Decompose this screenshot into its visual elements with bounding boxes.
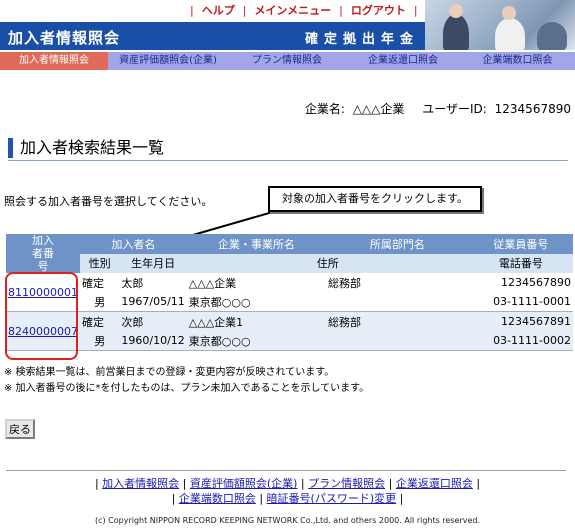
back-button[interactable]: 戻る xyxy=(5,419,35,439)
employee-no-cell: 1234567890 xyxy=(468,273,573,292)
col-company: 企業・事業所名 xyxy=(186,234,326,254)
note-text: ※ 検索結果一覧は、前営業日までの登録・変更内容が反映されています。 xyxy=(4,367,335,378)
address-cell: 東京都○○○ xyxy=(186,292,469,312)
department-cell: 総務部 xyxy=(325,311,469,331)
company-cell: △△△企業1 xyxy=(186,311,326,331)
note-text: ※ 加入者番号の後に*を付したものは、プラン未加入であることを示しています。 xyxy=(4,383,370,394)
highlight-frame xyxy=(5,272,78,360)
col-birthdate: 生年月日 xyxy=(119,253,187,273)
col-department: 所属部門名 xyxy=(325,234,469,254)
footer-divider xyxy=(6,470,566,471)
company-cell: △△△企業 xyxy=(186,273,326,292)
footer-link-company-return[interactable]: 企業返還口照会 xyxy=(396,477,473,490)
table-row: 男 1967/05/11 東京都○○○ 03-1111-0001 xyxy=(6,292,573,312)
col-member-number: 加入者番号 xyxy=(6,234,80,273)
col-phone: 電話番号 xyxy=(468,253,573,273)
address-cell: 東京都○○○ xyxy=(186,331,469,351)
table-row: 8240000007 確定 次郎 △△△企業1 総務部 1234567891 xyxy=(6,311,573,351)
results-table: 加入者番号 加入者名 企業・事業所名 所属部門名 従業員番号 性別 生年月日 住… xyxy=(6,234,573,351)
footer-link-member-inquiry[interactable]: 加入者情報照会 xyxy=(102,477,179,490)
footer-links-line: | 加入者情報照会 | 資産評価額照会(企業) | プラン情報照会 | 企業返還… xyxy=(94,477,481,490)
birthdate-cell: 1967/05/11 xyxy=(119,292,187,312)
name-cell: 太郎 xyxy=(119,273,187,292)
copyright-text: (c) Copyright NIPPON RECORD KEEPING NETW… xyxy=(94,516,481,525)
name-cell: 次郎 xyxy=(119,311,187,331)
gender-cell: 男 xyxy=(80,292,120,312)
col-gender: 性別 xyxy=(80,253,120,273)
table-row: 男 1960/10/12 東京都○○○ 03-1111-0002 xyxy=(6,331,573,351)
header-row: 性別 生年月日 住所 電話番号 xyxy=(6,253,573,273)
employee-no-cell: 1234567891 xyxy=(468,311,573,331)
phone-cell: 03-1111-0002 xyxy=(468,331,573,351)
col-address: 住所 xyxy=(186,253,469,273)
gender-cell: 男 xyxy=(80,331,120,351)
callout-box: 対象の加入者番号をクリックします。 xyxy=(268,186,482,212)
footer-link-plan-info[interactable]: プラン情報照会 xyxy=(308,477,385,490)
footer-nav: | 加入者情報照会 | 資産評価額照会(企業) | プラン情報照会 | 企業返還… xyxy=(0,476,575,506)
footer-link-company-fraction[interactable]: 企業端数口照会 xyxy=(179,492,256,505)
status-cell: 確定 xyxy=(80,311,120,331)
table-row: 8110000001 確定 太郎 △△△企業 総務部 1234567890 xyxy=(6,273,573,312)
header-row: 加入者番号 加入者名 企業・事業所名 所属部門名 従業員番号 xyxy=(6,234,573,273)
footer-link-asset-valuation[interactable]: 資産評価額照会(企業) xyxy=(190,477,298,490)
birthdate-cell: 1960/10/12 xyxy=(119,331,187,351)
col-member-name: 加入者名 xyxy=(80,234,187,254)
col-employee-no: 従業員番号 xyxy=(468,234,573,254)
phone-cell: 03-1111-0001 xyxy=(468,292,573,312)
col-member-number-label: 加入者番号 xyxy=(32,234,54,273)
footer-link-password-change[interactable]: 暗証番号(パスワード)変更 xyxy=(267,492,397,505)
department-cell: 総務部 xyxy=(325,273,469,292)
status-cell: 確定 xyxy=(80,273,120,292)
footer-links-line: | 企業端数口照会 | 暗証番号(パスワード)変更 | xyxy=(171,492,404,505)
